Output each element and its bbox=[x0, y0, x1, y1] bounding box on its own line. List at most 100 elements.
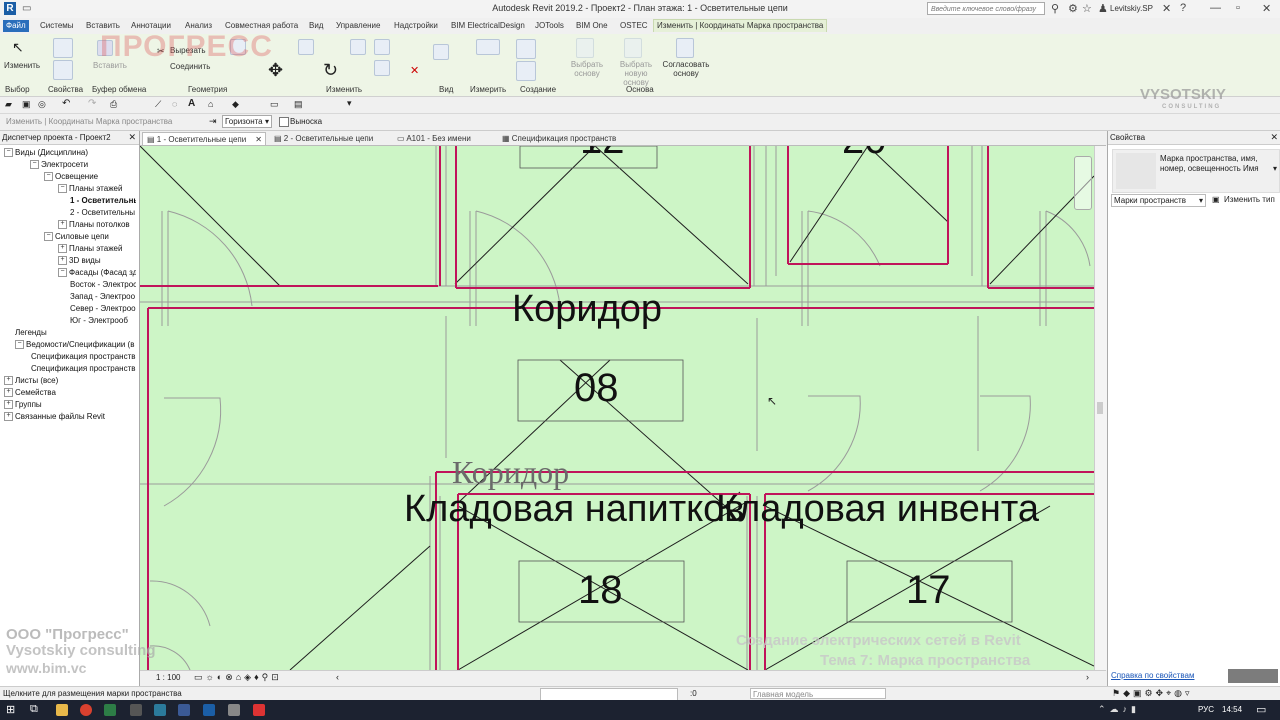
browser-tree-item[interactable]: − Планы этажей bbox=[58, 184, 136, 194]
chrome-icon[interactable] bbox=[80, 704, 92, 716]
section-icon[interactable]: ◆ bbox=[232, 99, 239, 110]
browser-tree-item[interactable]: − Ведомости/Спецификации (в bbox=[15, 340, 136, 350]
browser-tree-item[interactable]: + Планы этажей bbox=[58, 244, 136, 254]
leader-checkbox[interactable] bbox=[279, 117, 289, 127]
room-number-08[interactable]: 08 bbox=[574, 366, 619, 411]
type-selector[interactable]: Марка пространства, имя, номер, освещенн… bbox=[1112, 149, 1280, 193]
app-icon-gray[interactable] bbox=[228, 704, 240, 716]
scroll-left-icon[interactable]: ‹ bbox=[336, 672, 339, 682]
app-icon-dark[interactable] bbox=[178, 704, 190, 716]
room-name-inventory-storage[interactable]: Кладовая инвента bbox=[716, 488, 1039, 531]
tree-expander-icon[interactable]: + bbox=[4, 400, 13, 410]
browser-tree-item[interactable]: Запад - Электроо bbox=[70, 292, 136, 301]
navigation-bar[interactable] bbox=[1074, 156, 1092, 210]
app-icon-blue[interactable] bbox=[154, 704, 166, 716]
tree-expander-icon[interactable]: − bbox=[15, 340, 24, 350]
view-tab-3[interactable]: ▭ A101 - Без имени bbox=[393, 132, 493, 145]
tab-ostec[interactable]: OSTEC bbox=[617, 20, 651, 32]
tab-systems[interactable]: Системы bbox=[37, 20, 77, 32]
browser-tree-item[interactable]: + Планы потолков bbox=[58, 220, 136, 230]
tree-expander-icon[interactable]: + bbox=[58, 220, 67, 230]
explorer-icon[interactable] bbox=[56, 704, 68, 716]
notifications-icon[interactable]: ▭ bbox=[1256, 703, 1266, 716]
binoculars-icon[interactable]: ⚲ bbox=[1051, 2, 1059, 15]
measure-qat-icon[interactable]: ⟋ bbox=[155, 99, 161, 110]
tree-expander-icon[interactable]: − bbox=[30, 160, 39, 170]
sync-icon[interactable]: ◎ bbox=[38, 99, 46, 110]
panel-select[interactable]: Выбор bbox=[5, 85, 30, 94]
browser-tree-item[interactable]: − Электросети bbox=[30, 160, 136, 170]
customize-qat-icon[interactable]: ▾ bbox=[347, 98, 352, 109]
exchange-apps-icon[interactable]: ✕ bbox=[1162, 2, 1171, 15]
orientation-select[interactable]: Горизонта ▾ bbox=[222, 115, 272, 128]
tree-expander-icon[interactable]: + bbox=[58, 244, 67, 254]
tree-expander-icon[interactable]: − bbox=[58, 268, 67, 278]
close-icon[interactable]: ✕ bbox=[1262, 2, 1271, 15]
select-new-base-icon[interactable] bbox=[624, 38, 642, 58]
tab-addins[interactable]: Надстройки bbox=[391, 20, 441, 32]
user-name[interactable]: Levitskiy.SP bbox=[1110, 4, 1153, 13]
delete-icon[interactable]: ✕ bbox=[410, 64, 419, 77]
print-icon[interactable]: ⎙ bbox=[110, 99, 117, 110]
tab-bim-one[interactable]: BIM One bbox=[573, 20, 611, 32]
minimize-icon[interactable]: — bbox=[1210, 2, 1221, 14]
browser-tree-item[interactable]: Юг - Электрооб bbox=[70, 316, 136, 325]
scale-selector[interactable]: 1 : 100 bbox=[156, 673, 180, 682]
rotate-icon[interactable]: ↻ bbox=[323, 60, 338, 81]
array-icon[interactable] bbox=[374, 60, 390, 76]
drawing-canvas[interactable]: Коридор 08 Коридор Кладовая напитков Кла… bbox=[140, 146, 1094, 670]
thin-lines-icon[interactable]: ▤ bbox=[294, 99, 303, 110]
type-dropdown-icon[interactable]: ▾ bbox=[1273, 164, 1277, 173]
tree-expander-icon[interactable]: + bbox=[4, 376, 13, 386]
tree-expander-icon[interactable]: − bbox=[4, 148, 13, 158]
edit-type-button[interactable]: Изменить тип bbox=[1224, 195, 1275, 204]
browser-tree-item[interactable]: −Фасады (Фасад здани bbox=[58, 268, 136, 278]
tray-icons[interactable]: ⌃☁♪▮ bbox=[1098, 704, 1140, 715]
tab-jotools[interactable]: JOTools bbox=[532, 20, 567, 32]
mirror-icon[interactable] bbox=[350, 39, 366, 55]
scrollbar-thumb[interactable] bbox=[1097, 402, 1103, 414]
properties-icon[interactable] bbox=[53, 38, 73, 58]
view-icon[interactable] bbox=[433, 44, 449, 60]
measure-icon[interactable] bbox=[476, 39, 500, 55]
modify-button[interactable]: Изменить bbox=[4, 61, 40, 70]
browser-tree-item[interactable]: + Группы bbox=[4, 400, 136, 410]
select-base-button[interactable]: Выбрать основу bbox=[570, 60, 604, 78]
copy-icon[interactable] bbox=[374, 39, 390, 55]
switch-windows-icon[interactable]: ▭ bbox=[270, 99, 279, 110]
cursor-arrow-icon[interactable]: ↖ bbox=[12, 39, 24, 56]
room-number-12[interactable]: 12 bbox=[580, 146, 625, 163]
browser-tree-item[interactable]: + Семейства bbox=[4, 388, 136, 398]
view-tab-1[interactable]: ▤ 1 - Осветительные цепи ✕ bbox=[142, 132, 266, 145]
browser-tree-item[interactable]: − Виды (Дисциплина) bbox=[4, 148, 136, 158]
view-control-icons[interactable]: ▭☼◐⊗⌂◈♦⚲⊡ bbox=[194, 672, 282, 683]
tab-modify-space-tag[interactable]: Изменить | Координаты Марка пространства bbox=[653, 19, 828, 32]
design-option-select[interactable]: Главная модель bbox=[750, 688, 886, 699]
tree-expander-icon[interactable]: − bbox=[58, 184, 67, 194]
windows-start-icon[interactable]: ⊞ bbox=[6, 703, 15, 716]
text-icon[interactable]: A bbox=[188, 98, 195, 109]
view-tab-close-icon[interactable]: ✕ bbox=[255, 133, 262, 146]
subscription-icon[interactable]: ⚙ bbox=[1068, 2, 1078, 15]
tree-expander-icon[interactable]: + bbox=[4, 388, 13, 398]
browser-tree-item[interactable]: − Силовые цепи bbox=[44, 232, 136, 242]
browser-tree-item[interactable]: 2 - Осветительны bbox=[70, 208, 136, 217]
save-icon[interactable]: ▣ bbox=[22, 99, 31, 110]
browser-tree-item[interactable]: Легенды bbox=[15, 328, 136, 337]
create-parts-icon[interactable] bbox=[516, 61, 536, 81]
favorites-star-icon[interactable]: ☆ bbox=[1082, 2, 1092, 15]
help-icon[interactable]: ? bbox=[1180, 2, 1186, 14]
properties-close-icon[interactable]: ✕ bbox=[1270, 132, 1278, 143]
browser-close-icon[interactable]: ✕ bbox=[128, 132, 136, 143]
redo-icon[interactable]: ↷ bbox=[88, 98, 96, 109]
browser-tree-item[interactable]: Спецификация пространств bbox=[31, 352, 136, 361]
scroll-right-icon[interactable]: › bbox=[1086, 672, 1089, 682]
keyboard-language[interactable]: РУС bbox=[1198, 705, 1214, 714]
tree-expander-icon[interactable]: + bbox=[58, 256, 67, 266]
view-tab-4[interactable]: ▦ Спецификация пространств bbox=[498, 132, 628, 145]
tab-view[interactable]: Вид bbox=[306, 20, 326, 32]
tab-manage[interactable]: Управление bbox=[333, 20, 383, 32]
room-name-corridor[interactable]: Коридор bbox=[512, 288, 662, 331]
select-base-icon[interactable] bbox=[576, 38, 594, 58]
help-search-input[interactable]: Введите ключевое слово/фразу bbox=[927, 2, 1045, 15]
